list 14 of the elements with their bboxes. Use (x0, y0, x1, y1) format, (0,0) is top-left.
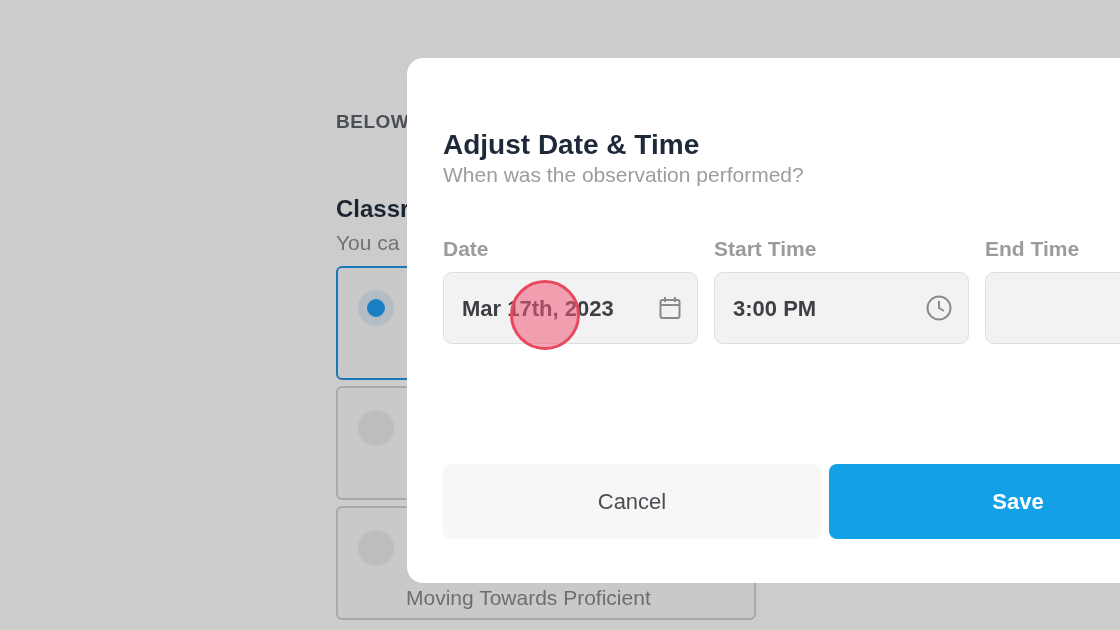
clock-icon (926, 295, 952, 322)
field-label: End Time (985, 235, 1081, 262)
dialog-subtitle: When was the observation performed? (443, 161, 805, 187)
calendar-icon (659, 296, 681, 321)
time-field[interactable]: 3:00 PM (714, 272, 969, 345)
section-hint: You ca (336, 229, 400, 256)
option-label: Moving Towards Proficient (406, 585, 651, 611)
radio-button[interactable] (358, 290, 394, 326)
section-label: BELOW (336, 110, 410, 134)
field-label: Date (443, 235, 490, 262)
section-heading: Classr (336, 193, 410, 224)
dialog-title: Adjust Date & Time (443, 128, 701, 162)
cancel-button[interactable]: Cancel (443, 464, 821, 540)
field-label: Start Time (714, 235, 818, 262)
